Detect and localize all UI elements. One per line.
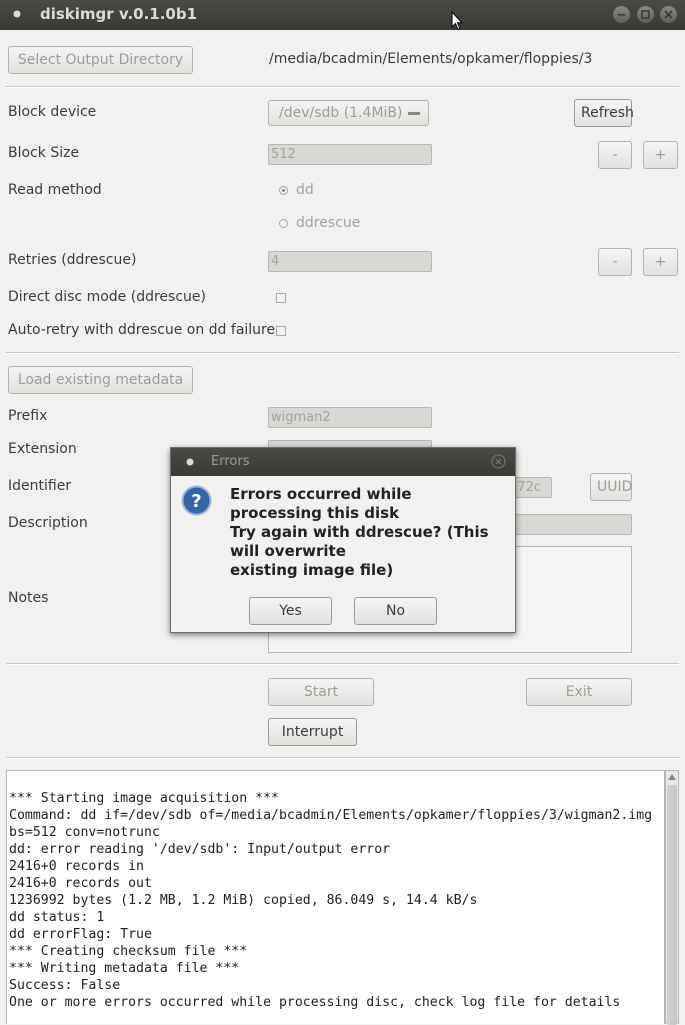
identifier-label: Identifier: [8, 478, 72, 494]
close-button[interactable]: [660, 6, 677, 23]
dialog-titlebar: Errors: [171, 448, 515, 476]
output-directory-path: /media/bcadmin/Elements/opkamer/floppies…: [269, 51, 593, 67]
extension-label: Extension: [8, 441, 77, 457]
log-line: Success: False: [9, 978, 121, 993]
scrollbar-thumb[interactable]: [667, 785, 677, 1025]
retries-decrement-button[interactable]: -: [598, 248, 632, 276]
dialog-close-icon[interactable]: [491, 454, 506, 469]
window-titlebar: diskimgr v.0.1.0b1: [0, 0, 685, 30]
dropdown-arrow-icon: [408, 112, 420, 115]
block-size-decrement-button[interactable]: -: [598, 141, 632, 169]
dialog-message-line: processing this disk: [230, 504, 400, 522]
dialog-menu-icon[interactable]: [185, 457, 195, 467]
auto-retry-label: Auto-retry with ddrescue on dd failure: [8, 322, 276, 338]
log-output[interactable]: *** Starting image acquisition *** Comman…: [6, 770, 665, 1024]
maximize-icon: [640, 10, 650, 19]
close-icon: [664, 10, 673, 19]
log-line: bs=512 conv=notrunc: [9, 825, 160, 840]
log-line: 2416+0 records out: [9, 876, 152, 891]
uuid-button[interactable]: UUID: [590, 473, 632, 501]
log-line: 2416+0 records in: [9, 859, 144, 874]
read-method-ddrescue-label: ddrescue: [296, 215, 361, 231]
dialog-message-line: Try again with ddrescue? (This: [230, 523, 489, 541]
separator: [6, 86, 679, 88]
block-size-increment-button[interactable]: +: [643, 141, 678, 169]
read-method-dd-label: dd: [296, 182, 314, 198]
separator: [6, 663, 679, 665]
dialog-message-line: existing image file): [230, 561, 394, 579]
block-device-select[interactable]: /dev/sdb (1.4MiB): [268, 100, 429, 126]
direct-disc-mode-label: Direct disc mode (ddrescue): [8, 289, 206, 305]
log-line: Command: dd if=/dev/sdb of=/media/bcadmi…: [9, 808, 653, 823]
dialog-message: Errors occurred while processing this di…: [230, 485, 489, 580]
log-line: 1236992 bytes (1.2 MB, 1.2 MiB) copied, …: [9, 893, 478, 908]
auto-retry-checkbox[interactable]: [276, 326, 286, 336]
retries-input[interactable]: 4: [268, 251, 432, 272]
description-label: Description: [8, 515, 88, 531]
minimize-icon: [618, 14, 626, 16]
log-line: *** Writing metadata file ***: [9, 961, 240, 976]
dialog-yes-button[interactable]: Yes: [249, 597, 332, 625]
identifier-value: 72c: [517, 480, 541, 495]
select-output-directory-button[interactable]: Select Output Directory: [8, 46, 193, 74]
block-device-label: Block device: [8, 104, 97, 120]
scroll-up-icon[interactable]: [667, 772, 677, 782]
dialog-no-button[interactable]: No: [354, 597, 437, 625]
retries-label: Retries (ddrescue): [8, 252, 137, 268]
direct-disc-mode-checkbox[interactable]: [276, 293, 286, 303]
errors-dialog: Errors ? Errors occurred while processin…: [170, 447, 516, 633]
maximize-button[interactable]: [636, 6, 654, 23]
load-existing-metadata-button[interactable]: Load existing metadata: [8, 366, 193, 394]
minimize-button[interactable]: [613, 6, 631, 23]
svg-text:?: ?: [191, 491, 201, 512]
block-size-input[interactable]: 512: [268, 144, 432, 165]
read-method-dd-radio[interactable]: [279, 186, 288, 195]
prefix-label: Prefix: [8, 408, 48, 424]
log-line: dd: error reading '/dev/sdb': Input/outp…: [9, 842, 391, 857]
notes-label: Notes: [8, 590, 49, 606]
interrupt-button[interactable]: Interrupt: [268, 718, 357, 746]
retries-increment-button[interactable]: +: [643, 248, 678, 276]
log-line: One or more errors occurred while proces…: [9, 995, 621, 1010]
dialog-message-line: will overwrite: [230, 542, 346, 560]
log-line: dd errorFlag: True: [9, 927, 152, 942]
start-button[interactable]: Start: [268, 678, 374, 706]
question-icon: ?: [181, 485, 212, 516]
mouse-cursor-icon: [451, 11, 463, 31]
refresh-button[interactable]: Refresh: [574, 99, 634, 127]
block-size-label: Block Size: [8, 145, 80, 161]
prefix-input[interactable]: wigman2: [268, 407, 432, 428]
read-method-ddrescue-radio[interactable]: [279, 219, 288, 228]
window-title: diskimgr v.0.1.0b1: [40, 5, 198, 23]
separator: [6, 352, 679, 354]
read-method-label: Read method: [8, 182, 102, 198]
log-line: *** Creating checksum file ***: [9, 944, 248, 959]
exit-button[interactable]: Exit: [526, 678, 632, 706]
dialog-message-line: Errors occurred while: [230, 485, 412, 503]
log-line: *** Starting image acquisition ***: [9, 791, 279, 806]
log-scrollbar[interactable]: [665, 770, 679, 1025]
window-controls: [611, 6, 677, 23]
block-device-value: /dev/sdb (1.4MiB): [279, 105, 403, 121]
window-menu-icon[interactable]: [12, 9, 22, 19]
separator: [6, 757, 679, 759]
dialog-title: Errors: [211, 454, 250, 469]
log-line: dd status: 1: [9, 910, 105, 925]
